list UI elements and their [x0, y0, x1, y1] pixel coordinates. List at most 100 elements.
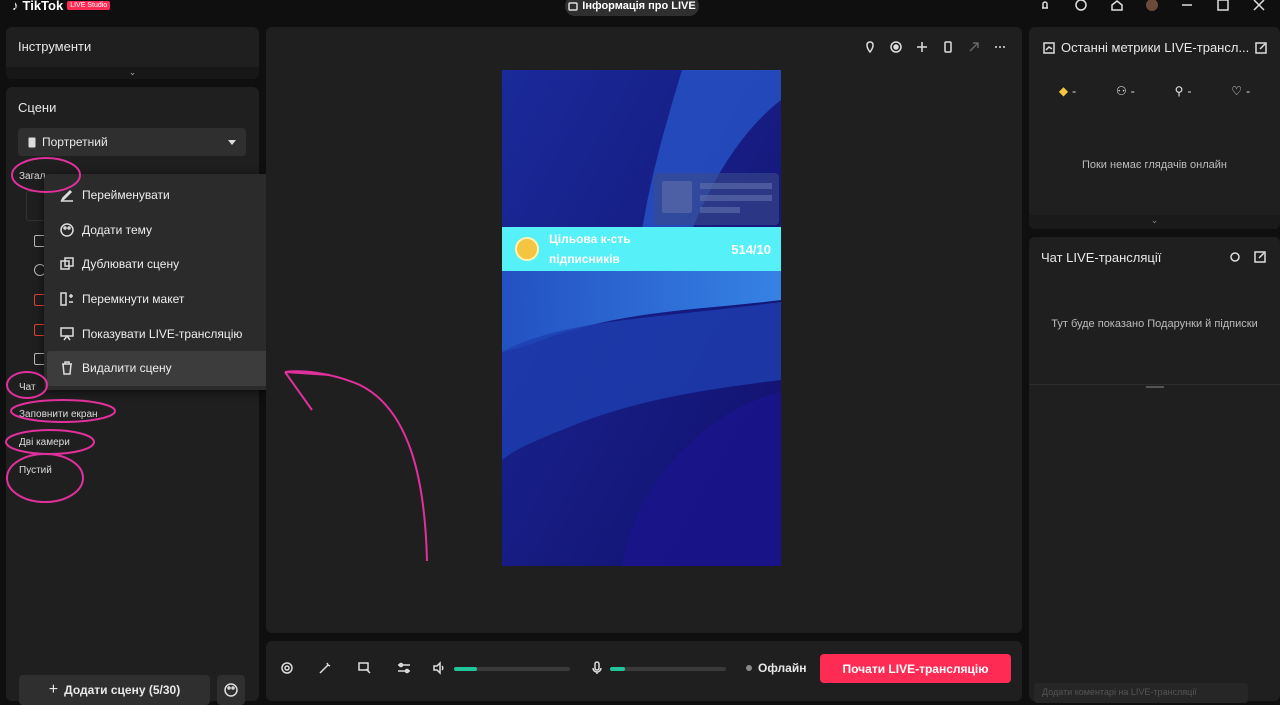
magic-wand-icon[interactable]	[318, 661, 332, 675]
menu-item-delete-scene[interactable]: Видалити сцену	[47, 350, 269, 386]
app-logo: ♪ TikTok LIVE Studio	[12, 0, 111, 13]
users-icon: ⚇	[1116, 84, 1127, 98]
layout-value: Портретний	[42, 135, 108, 149]
stream-controls-bar: Офлайн Почати LIVE-трансляцію	[266, 641, 1022, 701]
chat-placeholder: Тут буде показано Подарунки й підписки	[1051, 318, 1258, 330]
scene-item-fill-screen[interactable]: Заповнити екран	[19, 409, 98, 420]
follower-goal-widget[interactable]: Цільова к-сть підписників 514/10	[502, 227, 781, 271]
live-info-button[interactable]: Інформація про LIVE	[565, 0, 699, 16]
palette-icon	[224, 683, 238, 697]
menu-item-label: Перемкнути макет	[82, 292, 185, 307]
speaker-volume-fill	[454, 667, 478, 671]
tiktok-icon: ♪	[12, 0, 19, 13]
live-info-label: Інформація про LIVE	[582, 0, 696, 12]
status-indicator: Офлайн	[746, 661, 806, 675]
likes-metric: ♡ -	[1231, 84, 1250, 98]
preview-toolbar	[864, 41, 1006, 53]
goal-value: 514/10	[731, 241, 771, 257]
menu-item-rename[interactable]: Перейменувати	[47, 178, 269, 213]
menu-item-label: Показувати LIVE-трансляцію	[82, 326, 243, 341]
menu-item-add-theme[interactable]: Додати тему	[47, 213, 269, 248]
switch-layout-icon	[60, 292, 73, 306]
duplicate-icon	[60, 257, 74, 271]
popout-icon[interactable]	[1255, 41, 1268, 54]
sliders-icon[interactable]	[397, 661, 411, 675]
add-scene-label: Додати сцену (5/30)	[64, 683, 181, 697]
expand-tools-icon[interactable]: ⌄	[6, 67, 259, 79]
sparkle-icon[interactable]	[916, 41, 928, 53]
menu-item-duplicate[interactable]: Дублювати сцену	[47, 247, 269, 282]
medal-icon	[515, 237, 539, 261]
scene-item-general[interactable]: Загал	[19, 171, 45, 182]
metric-value: -	[1187, 84, 1192, 98]
mic-volume-slider[interactable]	[610, 667, 726, 671]
popout-icon[interactable]	[1254, 251, 1266, 263]
bell-icon[interactable]	[1038, 0, 1052, 12]
plus-icon: +	[48, 681, 59, 698]
metric-value: -	[1130, 84, 1135, 98]
tools-title: Інструменти	[18, 39, 92, 54]
record-icon[interactable]	[890, 41, 902, 53]
stream-preview: Цільова к-сть підписників 514/10	[502, 70, 781, 566]
expand-metrics-icon[interactable]: ⌄	[1029, 215, 1280, 229]
metrics-title: Останні метрики LIVE-трансл...	[1061, 40, 1250, 55]
location-icon[interactable]	[864, 41, 876, 53]
home-icon[interactable]	[1110, 0, 1124, 12]
window-controls	[1038, 0, 1266, 14]
phone-icon[interactable]	[942, 41, 954, 53]
gear-icon[interactable]	[1229, 251, 1241, 263]
screen-icon[interactable]	[358, 661, 372, 675]
scene-item-two-cameras[interactable]: Дві камери	[19, 437, 70, 448]
preview-panel: Цільова к-сть підписників 514/10	[266, 27, 1022, 633]
speaker-icon[interactable]	[433, 661, 447, 675]
heart-icon: ♡	[1231, 84, 1243, 98]
tools-panel: Інструменти ⌄	[6, 27, 259, 79]
scene-context-menu: Перейменувати Додати тему Дублювати сцен…	[44, 174, 272, 390]
followers-metric: ⚲ -	[1175, 84, 1192, 98]
menu-item-switch-layout[interactable]: Перемкнути макет	[47, 282, 269, 317]
trash-icon	[62, 361, 72, 376]
scene-item-empty[interactable]: Пустий	[19, 465, 52, 476]
comment-input[interactable]: Додати коментарі на LIVE-трансляції	[1034, 683, 1248, 703]
presentation-icon	[60, 326, 74, 341]
menu-item-label: Дублювати сцену	[82, 257, 180, 272]
scene-item-chat[interactable]: Чат	[19, 382, 36, 393]
chat-panel: Чат LIVE-трансляції Тут буде показано По…	[1029, 237, 1280, 703]
background-image	[502, 70, 781, 566]
card-icon	[568, 1, 579, 11]
portrait-icon	[28, 137, 36, 147]
close-icon[interactable]	[1252, 0, 1266, 12]
metric-value: -	[1072, 84, 1077, 98]
minimize-icon[interactable]	[1180, 0, 1194, 12]
maximize-icon[interactable]	[1216, 0, 1230, 12]
metric-value: -	[1246, 84, 1251, 98]
metrics-header: Останні метрики LIVE-трансл...	[1043, 40, 1268, 55]
divider	[1029, 384, 1280, 385]
settings-icon[interactable]	[280, 661, 294, 675]
avatar[interactable]	[1146, 0, 1158, 11]
resize-handle[interactable]	[1146, 386, 1164, 388]
menu-item-show-live[interactable]: Показувати LIVE-трансляцію	[47, 316, 269, 351]
more-icon[interactable]	[994, 41, 1006, 53]
speaker-volume-slider[interactable]	[454, 667, 570, 671]
help-icon[interactable]	[1074, 0, 1088, 12]
live-studio-badge: LIVE Studio	[67, 1, 111, 10]
scenes-title: Сцени	[18, 100, 57, 115]
microphone-icon[interactable]	[590, 661, 604, 675]
status-label: Офлайн	[758, 661, 807, 675]
share-icon[interactable]	[968, 41, 980, 53]
palette-icon	[60, 223, 74, 237]
viewers-metric: ⚇ -	[1116, 84, 1135, 98]
go-live-button[interactable]: Почати LIVE-трансляцію	[820, 654, 1011, 683]
status-dot	[746, 665, 752, 671]
chevron-down-icon	[228, 140, 236, 145]
diamond-icon: ◆	[1058, 84, 1069, 98]
add-user-icon: ⚲	[1174, 84, 1184, 98]
scene-source-box	[26, 191, 46, 221]
diamond-metric: ◆ -	[1059, 84, 1076, 98]
app-name: TikTok	[22, 0, 64, 13]
pencil-icon	[60, 190, 73, 203]
chart-icon	[1043, 41, 1055, 54]
layout-dropdown[interactable]: Портретний	[18, 128, 246, 156]
metrics-values: ◆ - ⚇ - ⚲ - ♡ -	[1029, 84, 1280, 98]
